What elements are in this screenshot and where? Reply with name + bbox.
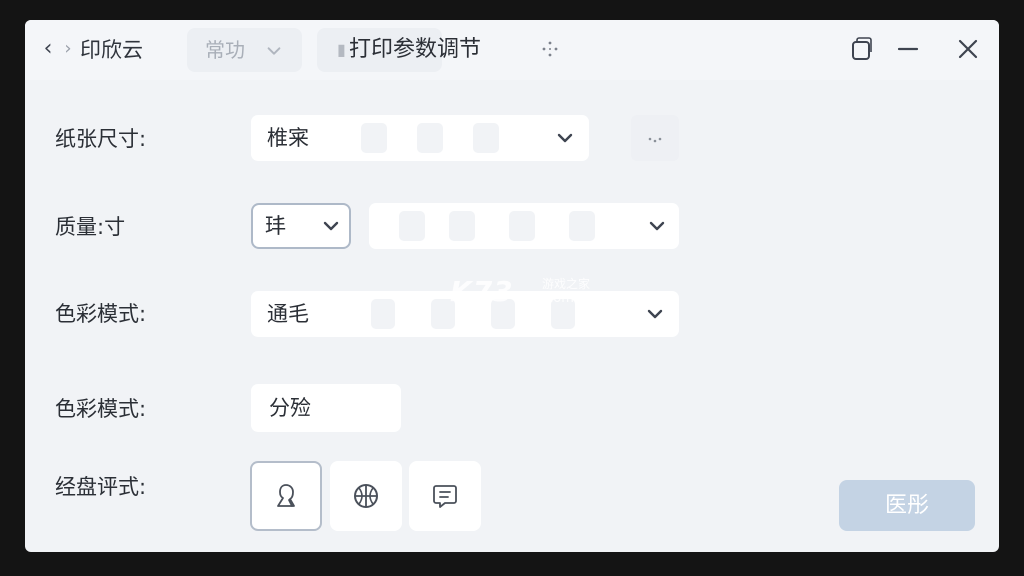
placeholder-block [371,299,395,329]
minimize-icon[interactable] [893,34,923,64]
watermark-logo: K73 游戏之家 .com [450,275,590,308]
back-icon[interactable]: ‹ [37,36,59,62]
placeholder-block [399,211,425,241]
chevron-down-icon [267,47,281,55]
placeholder-block [569,211,595,241]
chevron-down-icon [649,221,665,231]
dots-icon [648,137,662,143]
tab-icon: ▮ [337,40,346,59]
watermark-brand: K73 [450,275,514,308]
paper-size-value: 椎宷 [267,126,309,150]
paper-size-label: 纸张尺寸: [55,127,147,151]
restore-icon[interactable] [847,34,877,64]
app-title: 印欣云 [80,38,143,62]
layout-option-message[interactable] [409,461,481,531]
placeholder-block [473,123,499,153]
placeholder-block [509,211,535,241]
layout-option-person[interactable] [250,461,322,531]
quality-detail-select[interactable] [369,203,679,249]
close-icon[interactable] [953,34,983,64]
person-icon [277,484,295,507]
print-settings-window: ‹ › 印欣云 常功 ▮ 打印参数调节 纸张尺寸: 椎宷 质量:寸 玤 色彩模式… [25,20,999,552]
color-mode-2-label: 色彩模式: [55,397,147,421]
color-mode-label: 色彩模式: [55,302,147,326]
color-mode-2-input[interactable]: 分殓 [251,384,401,432]
forward-icon[interactable]: › [61,36,75,62]
placeholder-block [449,211,475,241]
title-bar: ‹ › 印欣云 常功 ▮ 打印参数调节 [25,20,999,80]
watermark-tagline: 游戏之家 [542,277,591,291]
paper-size-select[interactable]: 椎宷 [251,115,589,161]
confirm-button[interactable]: 医彤 [839,480,975,531]
quality-select[interactable]: 玤 [251,203,351,249]
chevron-down-icon [557,133,573,143]
chevron-down-icon [647,309,663,319]
chevron-down-icon [323,221,339,231]
color-mode-2-value: 分殓 [269,396,311,420]
page-title: 打印参数调节 [349,37,482,62]
watermark-domain: .com [542,291,574,306]
mode-value: 常功 [205,38,245,62]
placeholder-block [361,123,387,153]
mode-dropdown[interactable]: 常功 [187,28,302,72]
more-options-button[interactable] [631,115,679,161]
basketball-icon [354,484,378,508]
quality-value: 玤 [265,214,286,238]
color-mode-value: 通毛 [267,302,309,326]
message-icon [433,485,457,508]
quality-label: 质量:寸 [55,215,126,239]
layout-style-label: 经盘评式: [55,475,147,499]
layout-option-ball[interactable] [330,461,402,531]
placeholder-block [417,123,443,153]
move-icon[interactable] [540,39,560,59]
